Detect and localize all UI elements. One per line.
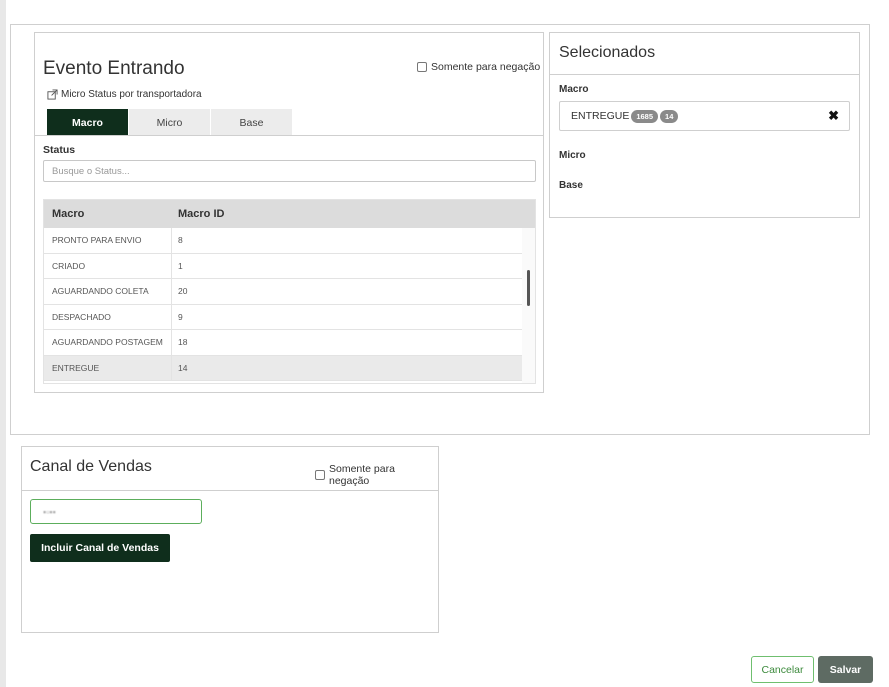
- table-row[interactable]: PRONTO PARA ENVIO 8: [44, 228, 535, 254]
- table-row[interactable]: AGUARDANDO POSTAGEM 18: [44, 330, 535, 356]
- external-link-icon: [47, 89, 58, 100]
- status-search-input[interactable]: Busque o Status...: [43, 160, 536, 182]
- incluir-canal-button[interactable]: Incluir Canal de Vendas: [30, 534, 170, 562]
- id-badge: 14: [660, 109, 679, 123]
- table-row-selected[interactable]: ENTREGUE 14: [44, 355, 535, 381]
- selecionados-title: Selecionados: [559, 44, 656, 61]
- tab-divider: [35, 135, 543, 136]
- cell-macro-id: 18: [178, 337, 188, 348]
- selecionados-panel: Selecionados Macro ENTREGUE 1685 14 ✖ Mi…: [549, 32, 860, 218]
- cancel-button[interactable]: Cancelar: [751, 656, 814, 683]
- evento-tabs: Macro Micro Base: [47, 109, 292, 136]
- evento-panel: Evento Entrando Somente para negação Mic…: [34, 32, 544, 393]
- table-scrollbar-thumb[interactable]: [527, 270, 530, 306]
- header-macro-id: Macro ID: [178, 208, 225, 220]
- evento-negacao-toggle[interactable]: Somente para negação: [417, 61, 540, 73]
- cell-macro: PRONTO PARA ENVIO: [44, 228, 172, 253]
- count-badge: 1685: [631, 109, 659, 123]
- tab-micro[interactable]: Micro: [129, 109, 210, 136]
- selecionados-header: Selecionados: [550, 33, 859, 75]
- cell-macro: AGUARDANDO POSTAGEM: [44, 330, 172, 355]
- cell-macro: AGUARDANDO COLETA: [44, 279, 172, 304]
- selecionados-micro-label: Micro: [559, 150, 586, 161]
- evento-negacao-checkbox[interactable]: [417, 62, 427, 72]
- table-row[interactable]: CRIADO 1: [44, 253, 535, 279]
- cell-macro-id: 1: [178, 260, 183, 271]
- cell-macro-id: 9: [178, 311, 183, 322]
- save-button[interactable]: Salvar: [818, 656, 873, 683]
- macro-table: Macro Macro ID PRONTO PARA ENVIO 8 CRIAD…: [43, 199, 536, 384]
- tab-macro[interactable]: Macro: [47, 109, 128, 136]
- cell-macro-id: 14: [178, 362, 188, 373]
- canal-negacao-toggle[interactable]: Somente para negação: [315, 463, 438, 487]
- canal-negacao-checkbox[interactable]: [315, 470, 325, 480]
- remove-icon[interactable]: ✖: [828, 108, 839, 124]
- cell-macro-id: 8: [178, 235, 183, 246]
- status-label: Status: [43, 144, 76, 156]
- canal-title: Canal de Vendas: [30, 458, 152, 475]
- selected-macro-item: ENTREGUE 1685 14 ✖: [559, 101, 850, 131]
- selecionados-base-label: Base: [559, 180, 583, 191]
- tab-base[interactable]: Base: [211, 109, 292, 136]
- evento-title: Evento Entrando: [43, 58, 185, 79]
- micro-status-link-label: Micro Status por transportadora: [61, 89, 202, 100]
- table-header: Macro Macro ID: [44, 200, 535, 228]
- cell-macro: CRIADO: [44, 253, 172, 278]
- selecionados-macro-label: Macro: [559, 84, 589, 95]
- selected-macro-name: ENTREGUE: [571, 110, 630, 122]
- cell-macro-id: 20: [178, 286, 188, 297]
- header-macro: Macro: [52, 208, 85, 220]
- canal-input[interactable]: ▪▫▪▪: [30, 499, 202, 524]
- canal-negacao-label: Somente para negação: [328, 463, 395, 487]
- cell-macro: ENTREGUE: [44, 355, 172, 380]
- canal-panel: Canal de Vendas Somente para negação ▪▫▪…: [21, 446, 439, 633]
- micro-status-link[interactable]: Micro Status por transportadora: [47, 89, 202, 100]
- canal-input-value: ▪▫▪▪: [43, 506, 56, 517]
- table-row[interactable]: AGUARDANDO COLETA 20: [44, 279, 535, 305]
- cell-macro: DESPACHADO: [44, 304, 172, 329]
- evento-negacao-label: Somente para negação: [431, 61, 541, 73]
- canal-header: Canal de Vendas Somente para negação: [22, 447, 438, 491]
- table-row[interactable]: DESPACHADO 9: [44, 304, 535, 330]
